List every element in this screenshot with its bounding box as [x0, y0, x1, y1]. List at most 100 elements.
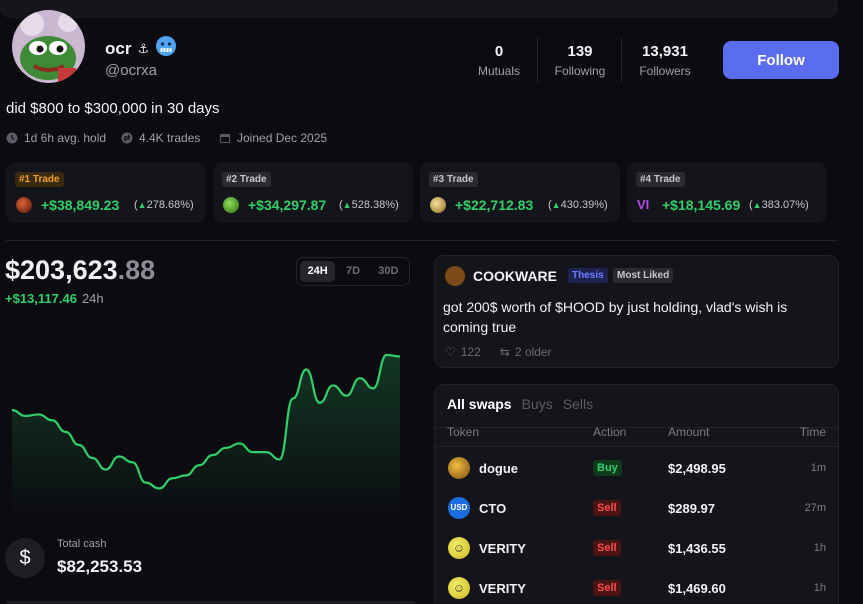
table-row[interactable]: ☺ VERITY Sell $1,469.60 1h [435, 567, 838, 604]
dogue-token-icon [448, 457, 470, 479]
purple-vi-icon: VI [637, 197, 650, 212]
chart-area-fill [12, 355, 400, 520]
followers-count: 13,931 [642, 43, 688, 60]
trade-rank-tag: #1 Trade [15, 172, 64, 187]
profile-handle: @ocrxa [105, 62, 157, 79]
swap-amount: $1,469.60 [668, 581, 726, 596]
swap-arrows-icon [121, 132, 133, 144]
trades-text: 4.4K trades [139, 131, 201, 145]
total-cash-label: Total cash [57, 538, 107, 550]
gold-coin-icon [430, 197, 446, 213]
trade-pnl: +$22,712.83 [455, 197, 534, 213]
portfolio-change: +$13,117.46 24h [5, 291, 104, 306]
post-author-name[interactable]: COOKWARE [473, 268, 557, 284]
avg-hold-text: 1d 6h avg. hold [24, 131, 107, 145]
trade-rank-tag: #3 Trade [429, 172, 478, 187]
section-divider [6, 240, 838, 241]
timeframe-30d[interactable]: 30D [371, 261, 406, 282]
header-token: Token [447, 425, 480, 439]
dollar-icon: $ [5, 538, 45, 578]
top-trade-card-4[interactable]: #4 Trade VI +$18,145.69 (▲383.07%) [627, 162, 827, 223]
tab-all-swaps[interactable]: All swaps [447, 396, 512, 412]
trade-rank-tag: #2 Trade [222, 172, 271, 187]
token-name: VERITY [479, 541, 526, 556]
follow-button[interactable]: Follow [723, 41, 839, 79]
anchor-icon: ⚓ [137, 40, 150, 56]
token-name: VERITY [479, 581, 526, 596]
joined-text: Joined Dec 2025 [237, 131, 328, 145]
portfolio-value-cents: .88 [117, 255, 156, 285]
swap-amount: $1,436.55 [668, 541, 726, 556]
divider [621, 38, 622, 82]
swap-time: 1m [810, 462, 826, 474]
trade-pnl: +$38,849.23 [41, 197, 120, 213]
swaps-panel: All swaps Buys Sells Token Action Amount… [434, 384, 839, 604]
cto-token-icon: USD [448, 497, 470, 519]
followers-stat[interactable]: 13,931 Followers [633, 43, 697, 78]
up-arrow-icon: ▲ [752, 200, 762, 210]
post-text: got 200$ worth of $HOOD by just holding,… [443, 299, 788, 335]
following-label: Following [554, 64, 606, 78]
trade-pct-value: 383.07% [761, 199, 806, 211]
trades-meta: 4.4K trades [121, 131, 200, 145]
tab-sells[interactable]: Sells [563, 396, 593, 412]
joined-meta: Joined Dec 2025 [219, 131, 327, 145]
following-stat[interactable]: 139 Following [548, 43, 612, 78]
reply-thread-icon[interactable]: ⇆ [500, 345, 510, 359]
top-trade-card-2[interactable]: #2 Trade +$34,297.87 (▲528.38%) [213, 162, 413, 223]
up-arrow-icon: ▲ [137, 200, 147, 210]
post-footer: ♡ 122 ⇆ 2 older [445, 345, 552, 359]
smiley-token-icon: ☺ [448, 537, 470, 559]
profile-name: ocr [105, 38, 132, 58]
trade-pnl: +$34,297.87 [248, 197, 327, 213]
post-author-avatar[interactable] [445, 266, 465, 286]
followers-label: Followers [639, 64, 691, 78]
header-amount: Amount [668, 425, 710, 439]
like-count: 122 [460, 345, 481, 359]
total-cash-value: $82,253.53 [57, 557, 143, 576]
tab-buys[interactable]: Buys [522, 396, 553, 412]
profile-avatar[interactable] [12, 10, 85, 83]
action-badge: Sell [593, 540, 621, 556]
portfolio-change-period: 24h [81, 291, 104, 306]
calendar-icon [220, 134, 230, 143]
cold-face-emoji-icon [155, 35, 177, 62]
trade-pct-value: 430.39% [560, 199, 605, 211]
thesis-post-card[interactable]: COOKWARE Thesis Most Liked got 200$ wort… [434, 255, 839, 368]
action-badge: Sell [593, 500, 621, 516]
portfolio-chart[interactable] [0, 330, 420, 520]
top-trade-card-1[interactable]: #1 Trade +$38,849.23 (▲278.68%) [6, 162, 206, 223]
swap-amount: $2,498.95 [668, 461, 726, 476]
table-row[interactable]: ☺ VERITY Sell $1,436.55 1h [435, 527, 838, 567]
action-badge: Buy [593, 460, 622, 476]
trade-pct: (▲383.07%) [749, 199, 809, 211]
trade-pct-value: 278.68% [146, 199, 191, 211]
timeframe-7d[interactable]: 7D [335, 261, 370, 282]
header-time: Time [799, 425, 826, 439]
trade-pnl: +$18,145.69 [662, 197, 741, 213]
thesis-badge: Thesis [568, 268, 608, 283]
table-row[interactable]: USD CTO Sell $289.97 27m [435, 487, 838, 527]
token-name: CTO [479, 501, 507, 516]
divider [537, 38, 538, 82]
up-arrow-icon: ▲ [342, 200, 352, 210]
portfolio-value-main: $203,623 [5, 255, 118, 285]
table-row[interactable]: dogue Buy $2,498.95 1m [435, 447, 838, 487]
swap-time: 27m [804, 502, 826, 514]
action-badge: Sell [593, 580, 621, 596]
clock-icon [6, 132, 18, 144]
trade-pct: (▲430.39%) [548, 199, 608, 211]
swap-time: 1h [813, 582, 826, 594]
trade-pct: (▲528.38%) [339, 199, 399, 211]
older-posts-link[interactable]: 2 older [515, 345, 552, 359]
timeframe-24h[interactable]: 24H [300, 261, 336, 282]
following-count: 139 [567, 43, 593, 60]
heart-icon[interactable]: ♡ [445, 345, 456, 359]
top-trade-card-3[interactable]: #3 Trade +$22,712.83 (▲430.39%) [420, 162, 620, 223]
mutuals-stat[interactable]: 0 Mutuals [470, 43, 528, 78]
trade-rank-tag: #4 Trade [636, 172, 685, 187]
swap-amount: $289.97 [668, 501, 715, 516]
swaps-table-header: Token Action Amount Time [435, 425, 838, 447]
portfolio-value: $203,623.88 [5, 255, 155, 286]
dark-red-coin-icon [16, 197, 32, 213]
